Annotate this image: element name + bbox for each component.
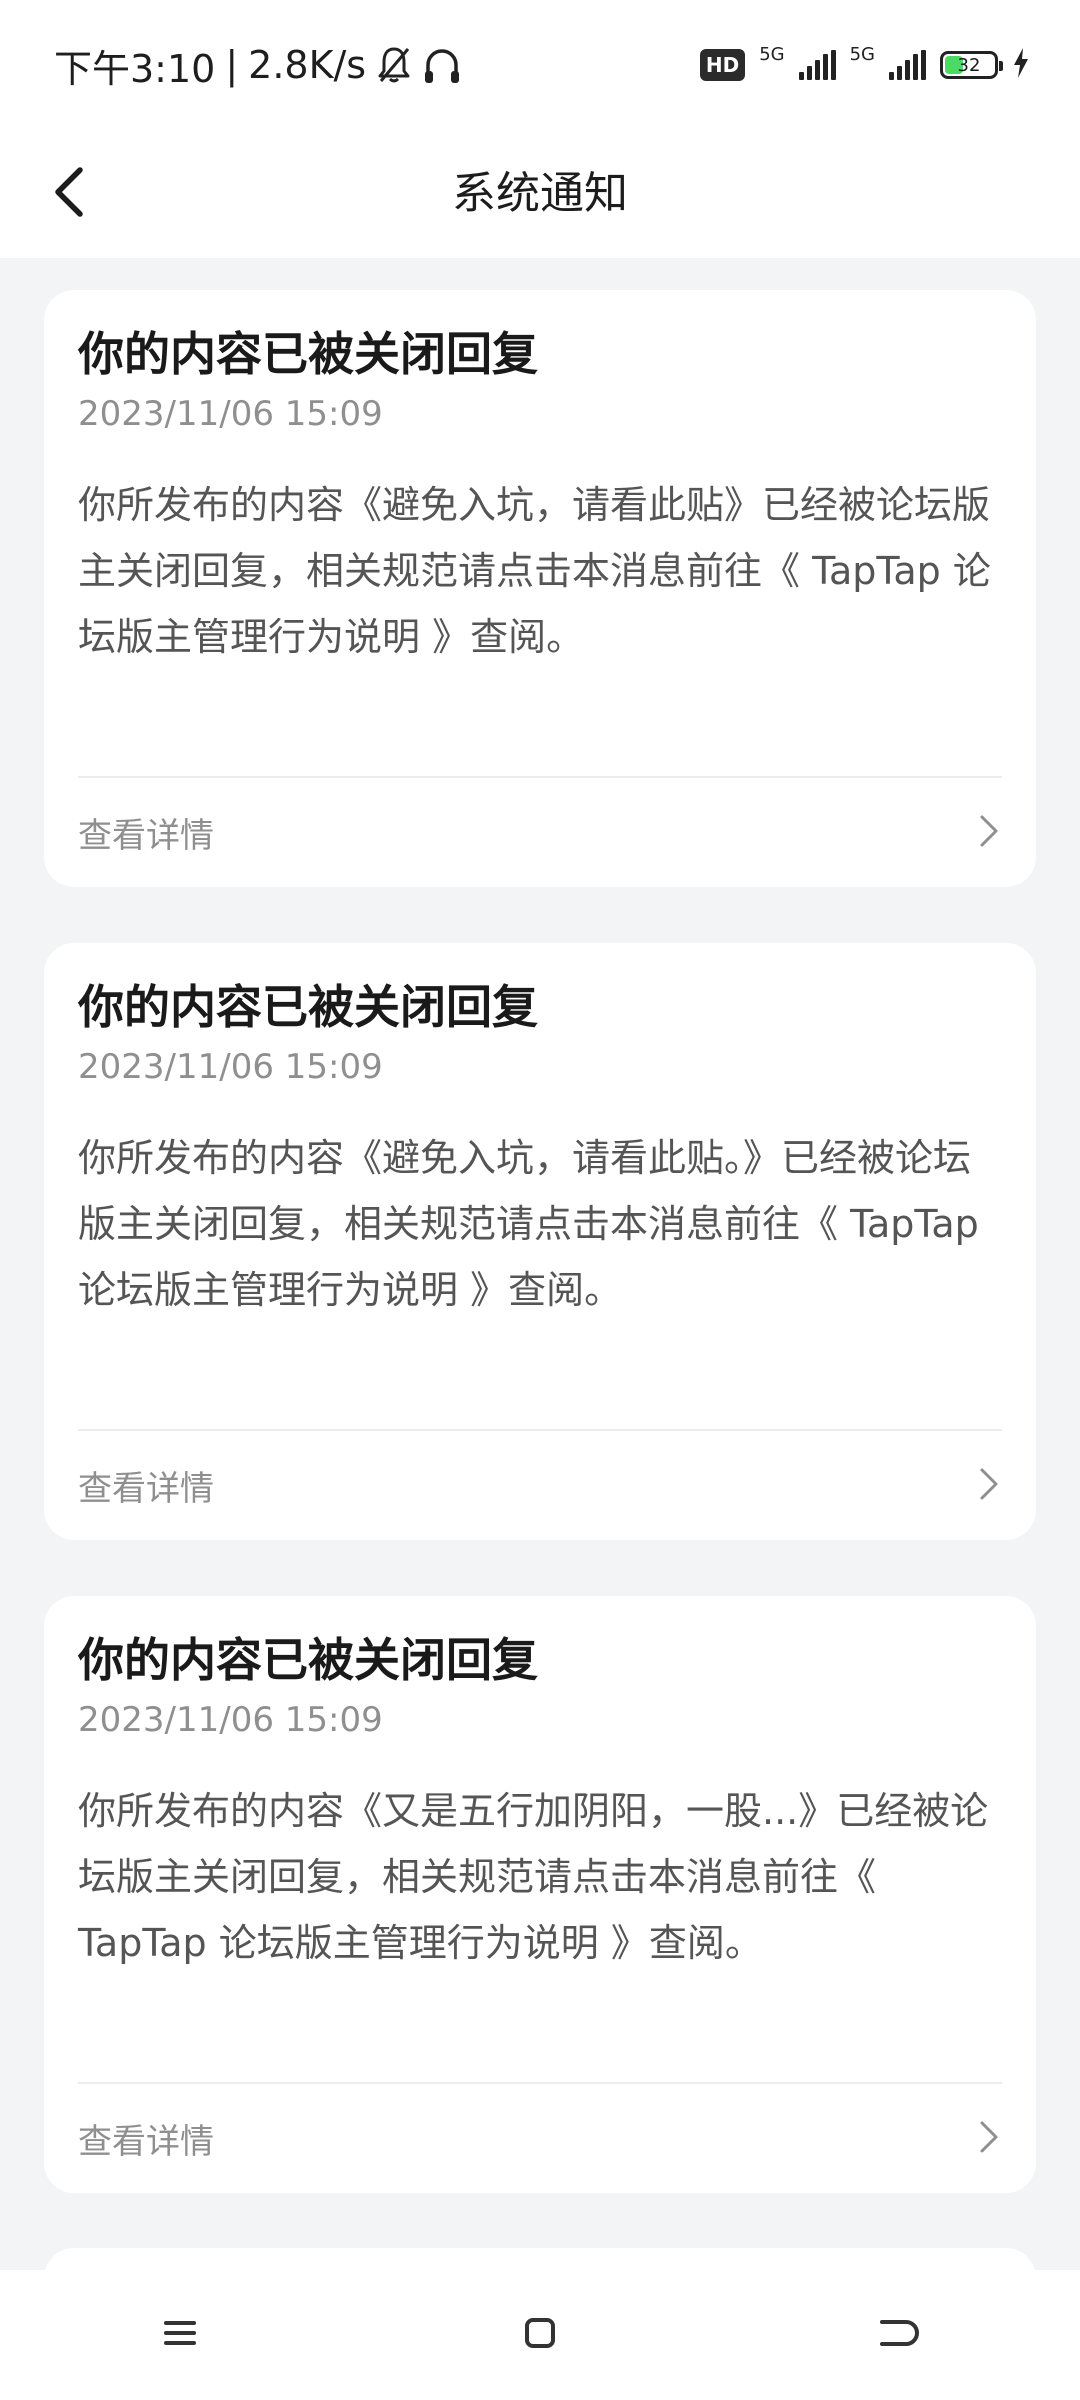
app-header: 系统通知 — [0, 130, 1080, 258]
home-button[interactable] — [480, 2285, 600, 2385]
menu-icon — [163, 2318, 197, 2352]
view-details-button[interactable]: 查看详情 — [44, 778, 1036, 887]
notification-card[interactable]: 你的内容已被关闭回复 2023/11/06 15:09 你所发布的内容《避免入坑… — [44, 943, 1036, 1540]
view-details-button[interactable]: 查看详情 — [44, 2084, 1036, 2193]
battery-icon: 32 — [940, 51, 1003, 79]
view-details-label: 查看详情 — [78, 1469, 214, 1509]
hd-badge: HD — [699, 49, 746, 81]
status-bar: 下午3:10 | 2.8K/s HD 5G 5G 32 — [0, 0, 1080, 130]
notification-card[interactable]: 你的内容已被关闭回复 2023/11/06 15:09 你所发布的内容《避免入坑… — [44, 290, 1036, 887]
notification-title: 你的内容已被关闭回复 — [78, 1633, 538, 1687]
network-label-1: 5G — [759, 44, 785, 65]
system-nav-bar — [0, 2270, 1080, 2400]
notification-time: 2023/11/06 15:09 — [78, 1700, 383, 1740]
notification-title: 你的内容已被关闭回复 — [78, 980, 538, 1034]
chevron-right-icon — [978, 813, 1000, 853]
home-icon — [523, 2316, 557, 2354]
notification-body: 你所发布的内容《避免入坑，请看此贴。》已经被论坛版主关闭回复，相关规范请点击本消… — [78, 1136, 979, 1312]
network-speed: 2.8K/s — [248, 43, 367, 87]
signal-icon-2 — [889, 50, 926, 80]
view-details-label: 查看详情 — [78, 2122, 214, 2162]
chevron-right-icon — [978, 1466, 1000, 1506]
notification-body: 你所发布的内容《又是五行加阴阳，一股...》已经被论坛版主关闭回复，相关规范请点… — [78, 1789, 989, 1965]
battery-level: 32 — [957, 54, 981, 76]
back-gesture-button[interactable] — [840, 2285, 960, 2385]
chevron-right-icon — [978, 2119, 1000, 2159]
status-time: 下午3:10 — [54, 46, 216, 91]
status-right: HD 5G 5G 32 — [699, 44, 1030, 82]
menu-button[interactable] — [120, 2285, 240, 2385]
status-left: 下午3:10 | 2.8K/s — [54, 38, 462, 93]
notification-time: 2023/11/06 15:09 — [78, 394, 383, 434]
notification-title: 你的内容已被关闭回复 — [78, 327, 538, 381]
notification-body: 你所发布的内容《避免入坑，请看此贴》已经被论坛版主关闭回复，相关规范请点击本消息… — [78, 483, 991, 659]
status-separator: | — [225, 43, 239, 87]
network-label-2: 5G — [849, 44, 875, 65]
headphones-icon — [422, 45, 462, 85]
page-title: 系统通知 — [452, 168, 628, 219]
view-details-label: 查看详情 — [78, 816, 214, 856]
notification-card[interactable]: 你的内容已被关闭回复 2023/11/06 15:09 你所发布的内容《又是五行… — [44, 1596, 1036, 2193]
back-gesture-icon — [878, 2316, 922, 2354]
signal-icon — [798, 50, 836, 80]
bell-muted-icon — [376, 45, 412, 85]
notification-time: 2023/11/06 15:09 — [78, 1047, 383, 1087]
charging-icon — [1012, 48, 1030, 82]
view-details-button[interactable]: 查看详情 — [44, 1431, 1036, 1540]
